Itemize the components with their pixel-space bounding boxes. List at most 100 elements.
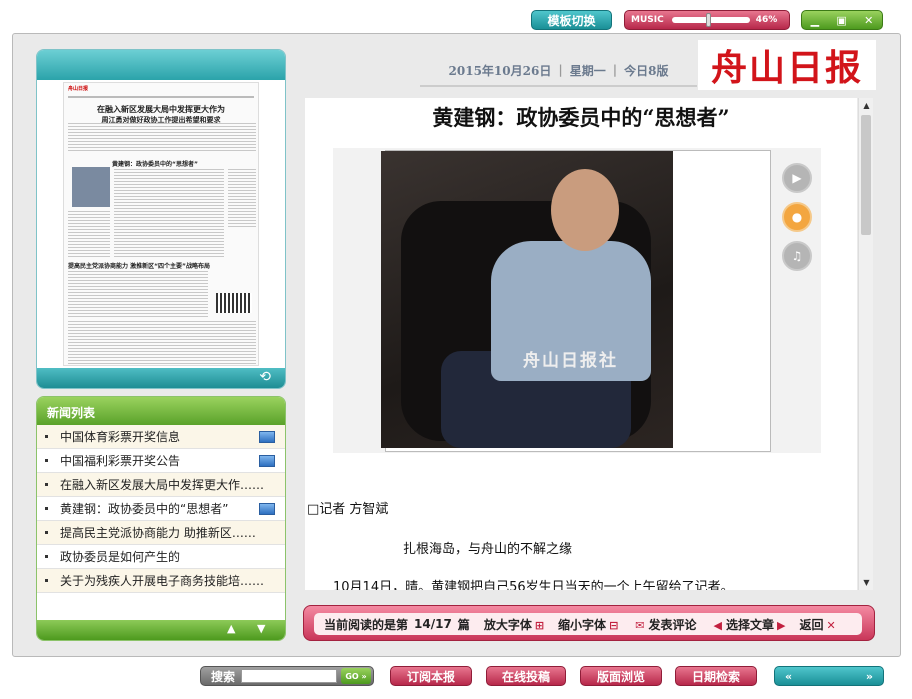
- thumbnail-panel-header: [37, 50, 285, 80]
- issue-weekday: 星期一: [569, 63, 606, 78]
- news-list-footer: ▲ ▼: [37, 620, 285, 640]
- search-label: 搜索: [211, 669, 236, 684]
- arrow-right-icon: ▶: [777, 618, 786, 632]
- photo-container: 舟山日报社: [333, 148, 821, 453]
- refresh-icon[interactable]: ⟲: [259, 369, 271, 385]
- arrow-left-icon: ◀: [713, 618, 722, 632]
- thumb-masthead: 舟山日报: [68, 86, 89, 92]
- bullet-icon: [45, 435, 48, 438]
- bullet-icon: [45, 531, 48, 534]
- previous-page-icon[interactable]: «: [785, 670, 792, 683]
- news-list-item[interactable]: 在融入新区发展大局中发挥更大作……: [37, 473, 285, 497]
- article-photo-image: 舟山日报社: [381, 151, 673, 448]
- next-page-icon[interactable]: »: [866, 670, 873, 683]
- comment-button[interactable]: ✉ 发表评论: [632, 616, 696, 633]
- thumb-headline-1: 在融入新区发展大局中发挥更大作为: [97, 105, 225, 114]
- scroll-up-arrow-icon[interactable]: ▲: [859, 98, 874, 113]
- minimize-icon[interactable]: ▁: [811, 14, 819, 27]
- thumb-text-block: [68, 123, 256, 153]
- music-control[interactable]: MUSIC 46%: [624, 10, 790, 30]
- image-icon: [259, 455, 275, 467]
- article-title: 黄建钢：政协委员中的“思想者”: [432, 105, 730, 130]
- image-icon: [259, 431, 275, 443]
- search-input[interactable]: [241, 669, 338, 683]
- news-list-item[interactable]: 中国福利彩票开奖公告: [37, 449, 285, 473]
- thumb-ad-block: [68, 321, 256, 365]
- envelope-icon: ✉: [635, 618, 645, 632]
- article-scrollbar[interactable]: ▲ ▼: [858, 98, 873, 590]
- maximize-icon[interactable]: ▣: [836, 14, 846, 27]
- minus-icon: ⊟: [609, 618, 619, 632]
- scroll-up-icon[interactable]: ▲: [227, 622, 235, 635]
- news-item-label: 黄建钢：政协委员中的“思想者”: [60, 502, 229, 516]
- music-volume-slider[interactable]: [671, 13, 750, 27]
- music-label: MUSIC: [631, 15, 664, 25]
- template-switch-button[interactable]: 模板切换: [531, 10, 612, 30]
- news-item-label: 中国福利彩票开奖公告: [60, 454, 181, 468]
- thumb-text-block: [114, 169, 224, 257]
- plus-icon: ⊞: [534, 618, 545, 632]
- scroll-down-icon[interactable]: ▼: [257, 622, 265, 635]
- date-bar: 2015年10月26日 | 星期一 | 今日8版: [420, 55, 697, 87]
- news-list-item[interactable]: 提高民主党派协商能力 助推新区……: [37, 521, 285, 545]
- image-icon: [259, 503, 275, 515]
- news-item-label: 中国体育彩票开奖信息: [60, 430, 181, 444]
- close-icon[interactable]: ✕: [864, 14, 873, 27]
- news-item-label: 政协委员是如何产生的: [60, 550, 181, 564]
- reading-suffix: 篇: [457, 617, 470, 632]
- news-item-label: 关于为残疾人开展电子商务技能培……: [60, 574, 265, 588]
- back-button[interactable]: 返回 ✕: [799, 616, 835, 633]
- article-byline: □记者 方智斌: [307, 502, 389, 517]
- photo-icon[interactable]: ●: [782, 202, 812, 232]
- music-volume-knob[interactable]: [705, 13, 711, 27]
- newspaper-logo: 舟山日报: [698, 40, 876, 90]
- issue-date: 2015年10月26日: [448, 63, 552, 78]
- news-list-item[interactable]: 关于为残疾人开展电子商务技能培……: [37, 569, 285, 593]
- reading-prefix: 当前阅读的是第: [324, 617, 409, 632]
- enlarge-font-button[interactable]: 放大字体 ⊞: [484, 616, 544, 633]
- issue-edition: 今日8版: [624, 63, 669, 78]
- date-search-button[interactable]: 日期检索: [675, 666, 757, 686]
- page-pager: « »: [774, 666, 884, 686]
- bullet-icon: [45, 555, 48, 558]
- thumb-rule: [68, 96, 254, 98]
- news-list-panel: 新闻列表 中国体育彩票开奖信息 中国福利彩票开奖公告 在融入新区发展大局中发挥更大作…: [36, 396, 286, 641]
- search-bar: 搜索 GO »: [200, 666, 374, 686]
- video-icon[interactable]: ▶: [782, 163, 812, 193]
- bullet-icon: [45, 507, 48, 510]
- submit-online-button[interactable]: 在线投稿: [486, 666, 566, 686]
- select-article-button[interactable]: ◀ 选择文章 ▶: [711, 616, 786, 633]
- news-list-item[interactable]: 黄建钢：政协委员中的“思想者”: [37, 497, 285, 521]
- thumb-headline-4: 提高民主党派协商能力 激推新区“四个主要”战略布局: [68, 263, 210, 270]
- close-icon: ✕: [826, 618, 836, 632]
- thumb-qr-code: [216, 293, 252, 313]
- thumb-text-block: [228, 169, 256, 229]
- bullet-icon: [45, 579, 48, 582]
- page-thumbnail[interactable]: 舟山日报 在融入新区发展大局中发挥更大作为 周江勇对做好政协工作提出希望和要求 …: [63, 82, 259, 366]
- reading-toolbar: 当前阅读的是第 14/17 篇 放大字体 ⊞ 缩小字体 ⊟ ✉ 发表评论 ◀ 选择文章 ▶…: [303, 605, 875, 641]
- article-content: 黄建钢：政协委员中的“思想者” 舟山日报社 □记者 方智斌 扎根海岛，与舟山的不…: [305, 98, 857, 590]
- news-list-item[interactable]: 中国体育彩票开奖信息: [37, 425, 285, 449]
- shrink-font-button[interactable]: 缩小字体 ⊟: [558, 616, 618, 633]
- news-item-label: 提高民主党派协商能力 助推新区……: [60, 526, 256, 540]
- news-list-item[interactable]: 政协委员是如何产生的: [37, 545, 285, 569]
- scroll-down-arrow-icon[interactable]: ▼: [859, 575, 874, 590]
- music-volume-value: 46%: [755, 15, 778, 25]
- article-subhead: 扎根海岛，与舟山的不解之缘: [403, 542, 573, 557]
- reading-count: 14/17: [414, 617, 452, 631]
- news-item-label: 在融入新区发展大局中发挥更大作……: [60, 478, 265, 492]
- subscribe-button[interactable]: 订阅本报: [390, 666, 472, 686]
- thumb-headline-3: 黄建钢：政协委员中的“思想者”: [112, 161, 198, 168]
- thumb-photo: [72, 167, 110, 207]
- browse-pages-button[interactable]: 版面浏览: [580, 666, 662, 686]
- scrollbar-thumb[interactable]: [861, 115, 871, 235]
- window-controls: ▁ ▣ ✕: [801, 10, 883, 30]
- article-paragraph: 10月14日，晴。黄建钢把自己56岁生日当天的一个上午留给了记者。: [333, 580, 734, 590]
- audio-icon[interactable]: ♫: [782, 241, 812, 271]
- thumb-text-block: [68, 271, 208, 317]
- news-list: 中国体育彩票开奖信息 中国福利彩票开奖公告在融入新区发展大局中发挥更大作…… 黄建钢…: [37, 425, 285, 593]
- search-go-button[interactable]: GO »: [341, 668, 372, 684]
- bullet-icon: [45, 459, 48, 462]
- thumb-text-block: [68, 211, 110, 257]
- photo-watermark: 舟山日报社: [523, 351, 618, 371]
